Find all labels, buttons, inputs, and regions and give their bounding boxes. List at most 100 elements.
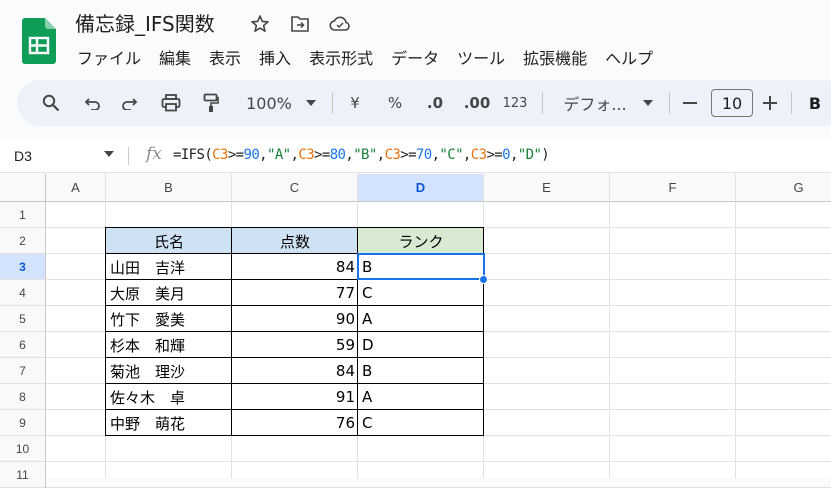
name-cell[interactable]: 菊池 理沙 (106, 358, 232, 384)
row-header-1[interactable]: 1 (0, 202, 46, 228)
print-icon[interactable] (157, 80, 185, 126)
column-header-g[interactable]: G (736, 174, 831, 202)
score-cell[interactable]: 84 (232, 358, 358, 384)
table-border (105, 227, 106, 436)
row-header-6[interactable]: 6 (0, 332, 46, 358)
fx-icon: fx (146, 144, 162, 164)
formula-token: , (509, 147, 518, 163)
font-select[interactable]: デフォ... (555, 80, 635, 126)
move-folder-icon[interactable] (288, 12, 312, 36)
row-header-10[interactable]: 10 (0, 436, 46, 462)
formula-token: >= (486, 147, 503, 163)
undo-icon[interactable] (79, 80, 107, 126)
formula-token: 90 (243, 147, 260, 163)
chevron-down-icon[interactable] (639, 80, 657, 126)
menu-format[interactable]: 表示形式 (300, 42, 382, 70)
fill-handle[interactable] (479, 275, 488, 284)
row-header-2[interactable]: 2 (0, 228, 46, 254)
selected-cell-outline[interactable] (357, 253, 485, 280)
row-header-5[interactable]: 5 (0, 306, 46, 332)
increase-decimal-button[interactable]: .00 (459, 80, 495, 126)
select-all-corner[interactable] (0, 174, 46, 202)
gridline (735, 202, 736, 478)
formula-token: C3 (384, 147, 401, 163)
row-header-9[interactable]: 9 (0, 410, 46, 436)
table-border (106, 383, 484, 384)
score-cell[interactable]: 76 (232, 410, 358, 436)
menu-edit[interactable]: 編集 (150, 42, 200, 70)
menu-insert[interactable]: 挿入 (250, 42, 300, 70)
name-cell[interactable]: 佐々木 卓 (106, 384, 232, 410)
font-size-input[interactable]: 10 (711, 89, 753, 117)
table-border (106, 409, 484, 410)
column-header-e[interactable]: E (484, 174, 610, 202)
menu-extensions[interactable]: 拡張機能 (514, 42, 596, 70)
title-bar: 備忘録_IFS関数 ファイル 編集 表示 挿入 表示形式 データ ツール 拡張機… (0, 0, 831, 78)
score-cell[interactable]: 59 (232, 332, 358, 358)
name-cell[interactable]: 山田 吉洋 (106, 254, 232, 280)
menu-bar: ファイル 編集 表示 挿入 表示形式 データ ツール 拡張機能 ヘルプ (68, 42, 662, 70)
spreadsheet-grid[interactable]: A B C D E F G 1 2 3 4 5 6 7 8 9 10 11 氏名 点数 ランク 山田 吉洋 84 B 大原 美月… (0, 174, 831, 488)
name-cell[interactable]: 竹下 愛美 (106, 306, 232, 332)
column-header-f[interactable]: F (610, 174, 736, 202)
score-cell[interactable]: 90 (232, 306, 358, 332)
redo-icon[interactable] (115, 80, 143, 126)
formula-token: >= (314, 147, 330, 163)
rank-cell[interactable]: B (358, 358, 484, 384)
table-border (106, 435, 484, 436)
decrease-font-size-icon[interactable] (679, 80, 701, 126)
column-header-c[interactable]: C (232, 174, 358, 202)
table-border (231, 227, 232, 436)
increase-font-size-icon[interactable] (759, 80, 781, 126)
row-header-4[interactable]: 4 (0, 280, 46, 306)
menu-tools[interactable]: ツール (448, 42, 514, 70)
name-cell[interactable]: 大原 美月 (106, 280, 232, 306)
name-cell[interactable]: 杉本 和輝 (106, 332, 232, 358)
formula-token: 0 (502, 147, 510, 163)
paint-format-icon[interactable] (197, 80, 225, 126)
row-header-8[interactable]: 8 (0, 384, 46, 410)
formula-input[interactable]: =IFS(C3>=90,"A",C3>=80,"B",C3>=70,"C",C3… (173, 147, 550, 163)
rank-cell[interactable]: C (358, 410, 484, 436)
column-header-b[interactable]: B (106, 174, 232, 202)
formula-token: , (259, 147, 268, 163)
table-header-cell: ランク (358, 228, 484, 254)
column-header-d[interactable]: D (358, 174, 484, 202)
score-cell[interactable]: 84 (232, 254, 358, 280)
row-header-11[interactable]: 11 (0, 462, 46, 488)
document-title[interactable]: 備忘録_IFS関数 (75, 8, 215, 37)
chevron-down-icon[interactable] (104, 151, 114, 157)
rank-cell[interactable]: A (358, 306, 484, 332)
cloud-saved-icon[interactable] (328, 12, 352, 36)
formula-bar: D3 fx =IFS(C3>=90,"A",C3>=80,"B",C3>=70,… (0, 139, 831, 173)
star-icon[interactable] (248, 12, 272, 36)
more-formats-button[interactable]: 123 (501, 80, 529, 126)
score-cell[interactable]: 91 (232, 384, 358, 410)
column-header-a[interactable]: A (46, 174, 106, 202)
increase-decimal-label: .00 (463, 94, 491, 112)
decrease-decimal-button[interactable]: .0 (419, 80, 451, 126)
formula-bar-divider (128, 147, 129, 165)
menu-file[interactable]: ファイル (68, 42, 150, 70)
menu-help[interactable]: ヘルプ (596, 42, 662, 70)
zoom-select[interactable]: 100% (239, 80, 299, 126)
chevron-down-icon[interactable] (302, 80, 320, 126)
table-border (106, 227, 484, 228)
rank-cell[interactable]: D (358, 332, 484, 358)
name-cell[interactable]: 中野 萌花 (106, 410, 232, 436)
bold-button[interactable]: B (803, 80, 827, 126)
table-border (106, 357, 484, 358)
row-header-3[interactable]: 3 (0, 254, 46, 280)
gridline (46, 461, 831, 462)
rank-cell[interactable]: A (358, 384, 484, 410)
sheets-logo-icon[interactable] (22, 18, 56, 64)
search-menus-icon[interactable] (37, 80, 65, 126)
name-box[interactable]: D3 (14, 148, 32, 164)
menu-data[interactable]: データ (382, 42, 448, 70)
score-cell[interactable]: 77 (232, 280, 358, 306)
menu-view[interactable]: 表示 (200, 42, 250, 70)
row-header-7[interactable]: 7 (0, 358, 46, 384)
percent-format-button[interactable]: % (383, 80, 407, 126)
rank-cell[interactable]: C (358, 280, 484, 306)
currency-format-button[interactable]: ¥ (343, 80, 367, 126)
